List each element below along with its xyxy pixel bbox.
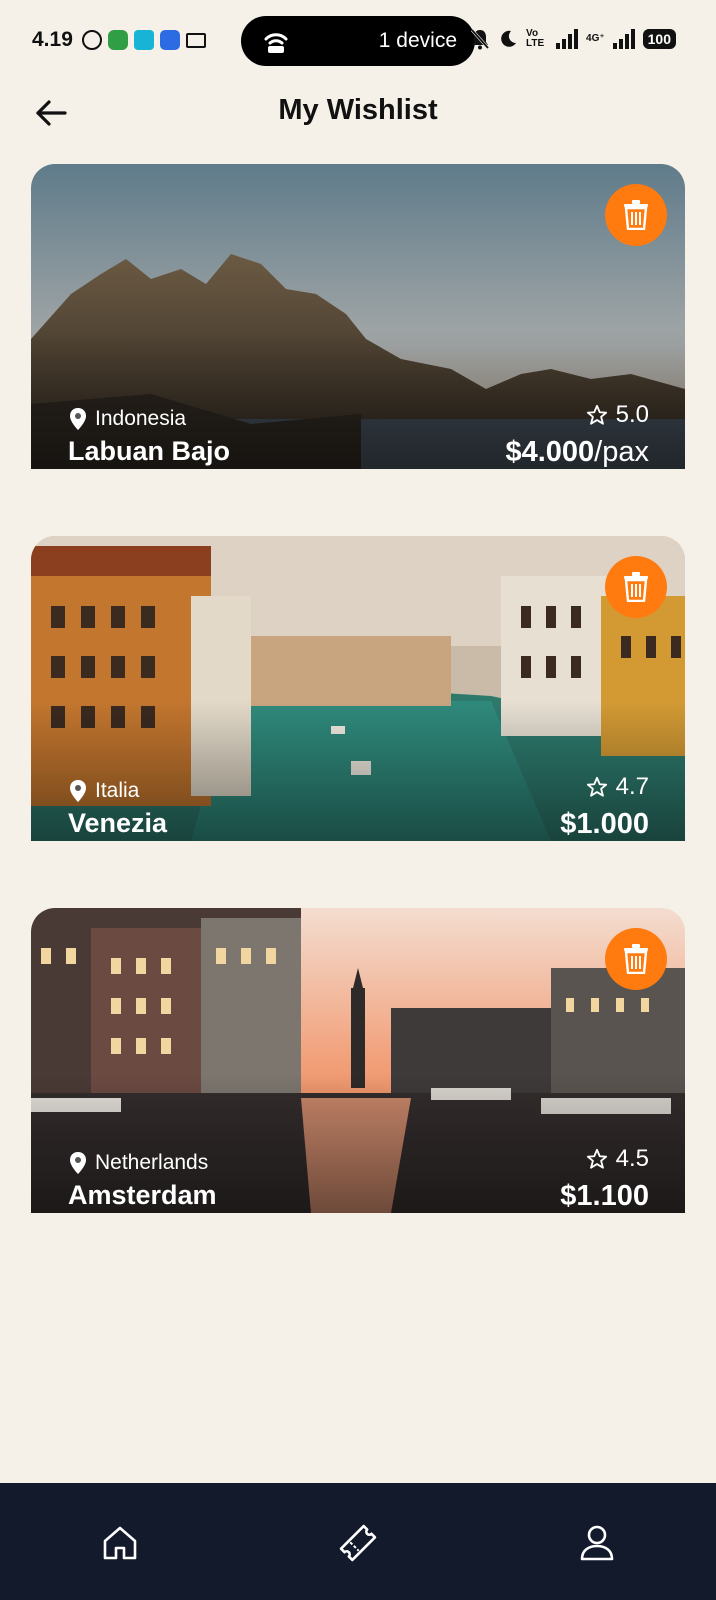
page-title: My Wishlist	[278, 94, 438, 126]
card-price: $1.100	[560, 1180, 649, 1213]
moon-icon	[501, 30, 517, 47]
profile-icon	[580, 1525, 614, 1561]
network-tag: 4G⁺	[586, 33, 605, 44]
destination-name: Amsterdam	[68, 1180, 217, 1210]
volte-tag: Vo LTE	[526, 28, 545, 49]
star-icon	[586, 1148, 607, 1169]
laptop-icon	[186, 32, 206, 48]
card-rating: 4.5	[586, 1145, 649, 1173]
star-icon	[586, 776, 607, 797]
wishlist-card[interactable]: Indonesia Labuan Bajo 5.0 $4.000/pax	[31, 164, 685, 469]
wishlist-card[interactable]: Italia Venezia 4.7 $1.000	[31, 536, 685, 841]
signal-icon	[556, 29, 579, 49]
location-pin-icon	[70, 780, 86, 802]
nav-home[interactable]	[90, 1513, 150, 1573]
rating-value: 4.5	[615, 1145, 649, 1172]
signal-icon	[612, 29, 635, 49]
destination-name: Venezia	[68, 808, 168, 838]
price-unit: /pax	[594, 436, 649, 468]
trash-icon	[624, 944, 648, 974]
bell-off-icon	[470, 29, 490, 50]
country-label: Italia	[95, 779, 140, 802]
card-country: Indonesia	[69, 407, 186, 431]
country-label: Netherlands	[95, 1151, 209, 1174]
app-notification-icon	[134, 30, 154, 50]
app-notification-icon	[108, 30, 128, 50]
delete-button[interactable]	[605, 184, 667, 246]
delete-button[interactable]	[605, 556, 667, 618]
wishlist-card[interactable]: Netherlands Amsterdam 4.5 $1.100	[31, 908, 685, 1213]
location-pin-icon	[70, 408, 86, 430]
nav-profile[interactable]	[567, 1513, 627, 1573]
home-icon	[103, 1526, 137, 1560]
rating-value: 5.0	[615, 401, 649, 428]
card-country: Netherlands	[69, 1151, 208, 1175]
bottom-nav	[0, 1483, 716, 1600]
nav-tickets[interactable]	[328, 1513, 388, 1573]
header: My Wishlist	[0, 84, 716, 140]
star-icon	[586, 404, 607, 425]
trash-icon	[624, 572, 648, 602]
card-country: Italia	[69, 779, 139, 803]
price-value: $4.000	[505, 436, 595, 468]
hotspot-pill[interactable]: 1 device	[241, 16, 475, 66]
hotspot-icon	[264, 33, 288, 53]
ticket-icon	[339, 1524, 377, 1562]
country-label: Indonesia	[95, 407, 187, 430]
card-rating: 5.0	[586, 401, 649, 429]
status-bar: 4.19 1 device Vo LTE 4G⁺ 100	[0, 0, 716, 84]
card-price: $1.000	[560, 808, 649, 841]
card-price: $4.000/pax	[505, 436, 649, 469]
destination-name: Labuan Bajo	[68, 436, 231, 466]
card-rating: 4.7	[586, 773, 649, 801]
rating-value: 4.7	[615, 773, 649, 800]
price-value: $1.100	[560, 1180, 649, 1212]
battery-icon: 100	[642, 29, 676, 49]
price-value: $1.000	[560, 808, 649, 840]
whatsapp-icon	[82, 30, 102, 50]
app-notification-icon	[160, 30, 180, 50]
notification-icons	[82, 30, 206, 50]
system-icons: Vo LTE 4G⁺ 100	[470, 28, 676, 50]
location-pin-icon	[70, 1152, 86, 1174]
delete-button[interactable]	[605, 928, 667, 990]
status-time: 4.19	[32, 28, 73, 51]
hotspot-label: 1 device	[378, 29, 457, 52]
trash-icon	[624, 200, 648, 230]
